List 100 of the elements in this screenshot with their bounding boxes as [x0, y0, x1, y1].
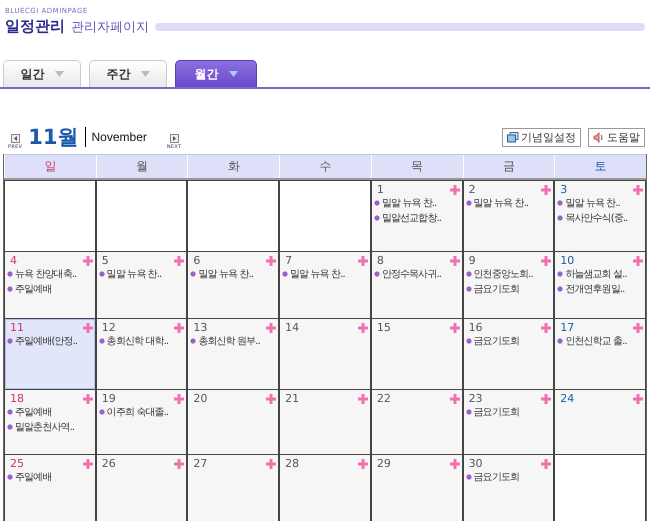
day-cell[interactable]: 24 [554, 390, 646, 454]
plus-icon[interactable] [541, 458, 552, 468]
day-cell[interactable]: 16 금요기도회 [462, 319, 554, 389]
plus-icon[interactable] [450, 256, 460, 266]
plus-icon[interactable] [358, 458, 368, 468]
page-title: 일정관리 [5, 17, 65, 36]
event-item[interactable]: 밀알선교합창.. [374, 211, 460, 226]
event-item[interactable]: 총회신학 원부.. [190, 334, 276, 349]
day-cell[interactable]: 23 금요기도회 [462, 390, 554, 454]
plus-icon[interactable] [174, 256, 184, 266]
plus-icon[interactable] [633, 394, 643, 404]
event-item[interactable]: 금요기도회 [466, 470, 552, 485]
event-item[interactable]: 밀알춘천사역.. [7, 420, 93, 435]
event-item[interactable]: 뉴욕 찬양대축.. [7, 267, 93, 282]
day-cell[interactable]: 22 [370, 390, 463, 454]
plus-icon[interactable] [450, 184, 460, 194]
plus-icon[interactable] [266, 256, 276, 266]
event-item[interactable]: 인천신학교 출.. [557, 334, 643, 349]
event-item[interactable]: 목사안수식(중.. [557, 211, 643, 226]
day-cell[interactable]: 13 총회신학 원부.. [187, 319, 280, 389]
event-item[interactable]: 밀알 뉴욕 찬.. [282, 267, 368, 282]
bullet-icon [190, 271, 196, 278]
day-cell[interactable]: 11 주일예배(안정.. [4, 319, 96, 389]
event-item[interactable]: 주일예배 [7, 405, 93, 420]
plus-icon[interactable] [450, 322, 460, 332]
event-item[interactable]: 주일예배 [7, 282, 93, 297]
plus-icon[interactable] [450, 458, 460, 468]
month-title: 11월 [28, 124, 79, 151]
day-cell[interactable]: 18 주일예배 밀알춘천사역.. [4, 390, 96, 454]
day-cell[interactable]: 17 인천신학교 출.. [554, 319, 646, 389]
day-cell[interactable]: 6 밀알 뉴욕 찬.. [187, 252, 280, 318]
plus-icon[interactable] [174, 458, 184, 468]
plus-icon[interactable] [82, 256, 93, 266]
plus-icon[interactable] [266, 394, 276, 404]
day-cell[interactable]: 7 밀알 뉴욕 찬.. [279, 252, 371, 318]
plus-icon[interactable] [82, 322, 93, 332]
plus-icon[interactable] [633, 184, 643, 194]
day-cell[interactable]: 5 밀알 뉴욕 찬.. [96, 252, 188, 318]
event-item[interactable]: 인천중앙노회.. [466, 267, 552, 282]
plus-icon[interactable] [82, 394, 93, 404]
event-item[interactable]: 밀알 뉴욕 찬.. [374, 196, 460, 211]
event-item[interactable]: 금요기도회 [466, 282, 552, 297]
event-item[interactable]: 총회신학 대학.. [98, 334, 184, 349]
bullet-icon [466, 338, 472, 344]
plus-icon[interactable] [541, 184, 552, 194]
plus-icon[interactable] [358, 256, 368, 266]
day-cell[interactable]: 26 [96, 455, 188, 521]
day-cell[interactable]: 19 이주희 숙대졸.. [96, 390, 188, 454]
plus-icon[interactable] [541, 256, 552, 266]
event-item[interactable]: 밀알 뉴욕 찬.. [190, 267, 276, 282]
plus-icon[interactable] [633, 256, 643, 266]
day-cell[interactable]: 27 [187, 455, 280, 521]
help-button[interactable]: 도움말 [588, 128, 645, 147]
day-cell[interactable]: 10 하늘샘교회 설.. 전개연후원일.. [554, 252, 646, 318]
event-item[interactable]: 금요기도회 [466, 405, 552, 420]
day-cell[interactable]: 21 [279, 390, 371, 454]
bullet-icon [98, 338, 105, 344]
event-item[interactable]: 밀알 뉴욕 찬.. [98, 267, 184, 282]
plus-icon[interactable] [450, 394, 460, 404]
plus-icon[interactable] [541, 394, 552, 404]
day-cell[interactable]: 29 [370, 455, 463, 521]
tab[interactable]: 주간 [89, 60, 167, 87]
day-cell[interactable]: 30 금요기도회 [462, 455, 554, 521]
plus-icon[interactable] [82, 458, 93, 468]
day-cell[interactable]: 8 안정수목사귀.. [370, 252, 463, 318]
tab[interactable]: 일간 [3, 60, 81, 87]
day-cell[interactable]: 15 [370, 319, 463, 389]
plus-icon[interactable] [358, 394, 368, 404]
bullet-icon [557, 271, 564, 278]
bullet-icon [374, 215, 380, 222]
plus-icon[interactable] [174, 394, 184, 404]
day-cell[interactable]: 20 [187, 390, 280, 454]
event-item[interactable]: 이주희 숙대졸.. [98, 405, 184, 420]
event-item[interactable]: 주일예배 [7, 470, 93, 485]
day-cell[interactable]: 9 인천중앙노회.. 금요기도회 [462, 252, 554, 318]
day-cell[interactable]: 3 밀알 뉴욕 찬.. 목사안수식(중.. [554, 181, 646, 251]
anniversary-button[interactable]: 기념일설정 [502, 128, 581, 147]
event-item[interactable]: 주일예배(안정.. [7, 334, 93, 349]
event-item[interactable]: 밀알 뉴욕 찬.. [466, 196, 552, 211]
plus-icon[interactable] [358, 322, 368, 332]
bullet-icon [557, 200, 564, 206]
plus-icon[interactable] [266, 322, 276, 332]
day-cell[interactable]: 14 [279, 319, 371, 389]
day-cell[interactable]: 2 밀알 뉴욕 찬.. [462, 181, 554, 251]
event-item[interactable]: 밀알 뉴욕 찬.. [557, 196, 643, 211]
event-item[interactable]: 금요기도회 [466, 334, 552, 349]
weekday-header: 월 [96, 155, 188, 178]
plus-icon[interactable] [541, 322, 552, 332]
event-item[interactable]: 전개연후원일.. [557, 282, 643, 297]
day-cell[interactable]: 1 밀알 뉴욕 찬.. 밀알선교합창.. [370, 181, 463, 251]
plus-icon[interactable] [266, 458, 276, 468]
plus-icon[interactable] [633, 322, 643, 332]
day-cell[interactable]: 25 주일예배 [4, 455, 96, 521]
event-item[interactable]: 안정수목사귀.. [374, 267, 460, 282]
day-cell[interactable]: 12 총회신학 대학.. [96, 319, 188, 389]
plus-icon[interactable] [174, 322, 184, 332]
event-item[interactable]: 하늘샘교회 설.. [557, 267, 643, 282]
tab[interactable]: 월간 [175, 60, 257, 87]
day-cell[interactable]: 28 [279, 455, 371, 521]
day-cell[interactable]: 4 뉴욕 찬양대축.. 주일예배 [4, 252, 96, 318]
